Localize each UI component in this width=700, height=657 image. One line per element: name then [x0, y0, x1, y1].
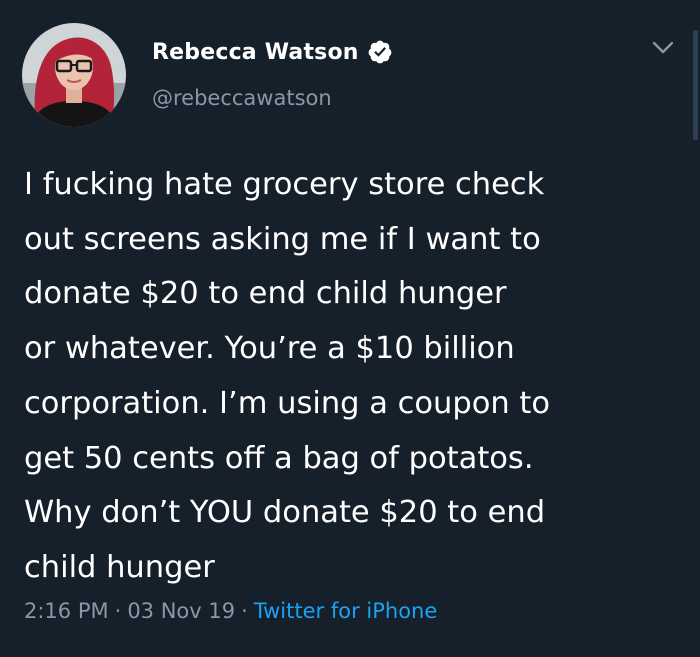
username[interactable]: @rebeccawatson [152, 86, 332, 110]
meta-separator: · [114, 599, 122, 623]
tweet-text: I fucking hate grocery store check out s… [24, 158, 684, 596]
tweet-text-line: I fucking hate grocery store check [24, 167, 545, 202]
display-name[interactable]: Rebecca Watson [152, 40, 359, 65]
scroll-indicator [693, 30, 698, 140]
tweet-date[interactable]: 03 Nov 19 [127, 599, 235, 623]
avatar[interactable] [22, 23, 126, 127]
tweet-text-line: Why don’t YOU donate $20 to end [24, 495, 546, 531]
tweet-meta: 2:16 PM · 03 Nov 19 · Twitter for iPhone [24, 599, 437, 623]
tweet-time[interactable]: 2:16 PM [24, 599, 109, 623]
tweet-text-line: child hunger [24, 549, 215, 585]
tweet-source-link[interactable]: Twitter for iPhone [254, 599, 438, 623]
tweet-text-line: out screens asking me if I want to [24, 221, 541, 257]
tweet-text-line: donate $20 to end child hunger [24, 276, 507, 312]
tweet-text-line: get 50 cents off a bag of potatos. [24, 440, 534, 476]
tweet-card: Rebecca Watson @rebeccawatson I fucking … [0, 0, 700, 657]
avatar-image [22, 23, 126, 127]
tweet-text-line: corporation. I’m using a coupon to [24, 385, 551, 421]
verified-badge-icon [367, 39, 393, 65]
author-name-row[interactable]: Rebecca Watson [152, 36, 393, 68]
meta-separator: · [241, 599, 248, 623]
tweet-text-line: or whatever. You’re a $10 billion [24, 331, 515, 367]
chevron-down-icon[interactable] [651, 40, 675, 56]
